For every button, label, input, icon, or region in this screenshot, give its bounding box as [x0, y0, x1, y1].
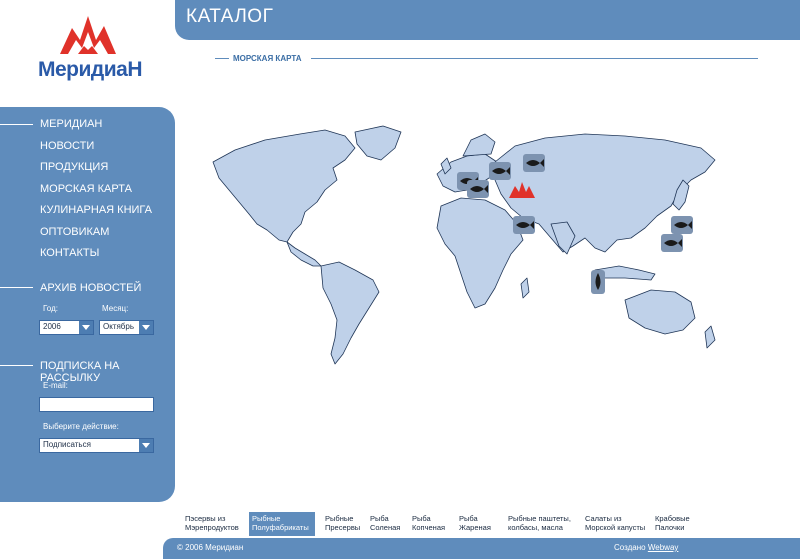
category-item[interactable]: Рыбные паштеты, колбасы, масла: [505, 512, 574, 536]
category-item[interactable]: Рыба Соленая: [367, 512, 403, 536]
subscribe-divider: [0, 365, 33, 366]
category-item-active[interactable]: Рыбные Полуфабрикаты: [249, 512, 315, 536]
chevron-down-icon[interactable]: [139, 439, 153, 452]
category-item[interactable]: Салаты из Морской капусты: [582, 512, 648, 536]
email-label: E-mail:: [43, 381, 68, 390]
scandinavia: [462, 133, 496, 157]
section-subtitle: МОРСКАЯ КАРТА: [233, 54, 302, 63]
north-america: [212, 129, 356, 243]
madagascar: [520, 277, 530, 299]
nav-divider: [0, 124, 33, 125]
year-select[interactable]: 2006: [39, 320, 94, 335]
greenland: [354, 125, 402, 161]
south-america: [320, 261, 380, 365]
email-field[interactable]: [39, 397, 154, 412]
category-item[interactable]: Пэсервы из Мэрепродуктов: [182, 512, 242, 536]
fish-marker-icon: [671, 216, 693, 234]
fish-marker-icon: [489, 162, 511, 180]
month-select[interactable]: Октябрь: [99, 320, 154, 335]
page-title: КАТАЛОГ: [186, 6, 274, 27]
archive-divider: [0, 287, 33, 288]
sidebar: МЕРИДИАН НОВОСТИ ПРОДУКЦИЯ МОРСКАЯ КАРТА…: [0, 107, 175, 502]
footer-credit: Создано Webway: [614, 543, 678, 552]
subhead-rule-left: [215, 58, 229, 59]
month-label: Месяц:: [102, 304, 129, 313]
month-select-value: Октябрь: [103, 322, 135, 331]
central-america: [286, 241, 322, 267]
nav-item-sea-map[interactable]: МОРСКАЯ КАРТА: [40, 182, 152, 204]
chevron-down-icon[interactable]: [79, 321, 93, 334]
footer-credit-prefix: Создано: [614, 543, 646, 552]
nav-item-contacts[interactable]: КОНТАКТЫ: [40, 246, 152, 268]
year-select-value: 2006: [43, 322, 61, 331]
brand-logo[interactable]: МеридиаН: [30, 10, 145, 81]
australia: [624, 289, 696, 335]
year-label: Год:: [43, 304, 58, 313]
new-zealand: [704, 325, 716, 349]
category-item[interactable]: Рыбные Пресервы: [322, 512, 363, 536]
fish-marker-icon: [661, 234, 683, 252]
footer-copyright: © 2006 Меридиан: [177, 543, 244, 552]
action-label: Выберите действие:: [43, 422, 119, 431]
brand-name: МеридиаН: [38, 58, 143, 81]
nav-item-cookbook[interactable]: КУЛИНАРНАЯ КНИГА: [40, 203, 152, 225]
header-bar: КАТАЛОГ: [175, 0, 800, 40]
fish-marker-icon: [467, 180, 489, 198]
africa: [436, 197, 524, 309]
main-nav: МЕРИДИАН НОВОСТИ ПРОДУКЦИЯ МОРСКАЯ КАРТА…: [40, 117, 152, 268]
nav-item-news[interactable]: НОВОСТИ: [40, 139, 152, 161]
fish-marker-icon: [591, 270, 605, 294]
fish-logo-icon: [60, 16, 116, 54]
nav-item-meridian[interactable]: МЕРИДИАН: [40, 117, 152, 139]
subhead-rule-right: [311, 58, 758, 59]
nav-item-wholesale[interactable]: ОПТОВИКАМ: [40, 225, 152, 247]
category-item[interactable]: Крабовые Палочки: [652, 512, 693, 536]
footer: © 2006 Меридиан Создано Webway: [163, 538, 800, 559]
nav-item-products[interactable]: ПРОДУКЦИЯ: [40, 160, 152, 182]
world-map: [212, 125, 716, 365]
footer-credit-link[interactable]: Webway: [648, 543, 679, 552]
archive-title: АРХИВ НОВОСТЕЙ: [40, 282, 142, 294]
fish-marker-icon: [523, 154, 545, 172]
category-item[interactable]: Рыба Жареная: [456, 512, 494, 536]
category-item[interactable]: Рыба Копченая: [409, 512, 448, 536]
action-select-value: Подписаться: [43, 440, 91, 449]
action-select[interactable]: Подписаться: [39, 438, 154, 453]
fish-marker-icon: [513, 216, 535, 234]
chevron-down-icon[interactable]: [139, 321, 153, 334]
